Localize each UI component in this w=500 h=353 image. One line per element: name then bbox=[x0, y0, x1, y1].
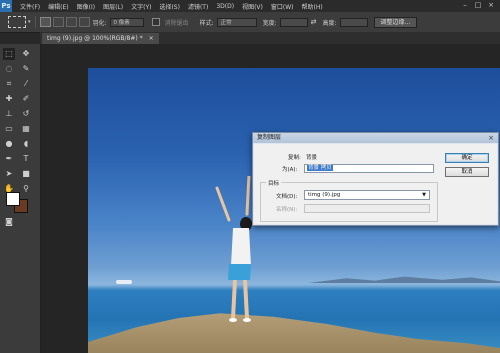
menu-3d[interactable]: 3D(D) bbox=[212, 3, 238, 10]
document-tab-bar: timg (9).jpg @ 100%(RGB/8#) * × bbox=[40, 32, 500, 44]
tools-panel: ⬚ ✥ ◌ ✎ ⌗ ⁄ ✚ ✐ ⊥ ↺ ▭ ▦ ● ◖ ✒ T ➤ ■ ✋ ⚲ … bbox=[0, 44, 41, 353]
height-input[interactable] bbox=[339, 17, 368, 27]
layer-name-value: 背景 拷贝 bbox=[307, 165, 333, 171]
lasso-tool-icon[interactable]: ◌ bbox=[3, 63, 15, 75]
width-input[interactable] bbox=[279, 17, 308, 27]
menu-select[interactable]: 选择(S) bbox=[155, 2, 184, 11]
girl-figure bbox=[215, 176, 252, 322]
name-input bbox=[304, 204, 430, 213]
refine-edge-button[interactable]: 调整边缘... bbox=[373, 16, 418, 28]
dodge-tool-icon[interactable]: ◖ bbox=[20, 138, 32, 150]
foreground-color-swatch[interactable] bbox=[6, 192, 20, 206]
minimize-button[interactable]: – bbox=[460, 1, 470, 10]
menu-layer[interactable]: 图层(L) bbox=[99, 2, 127, 11]
crop-tool-icon[interactable]: ⌗ bbox=[3, 78, 15, 90]
eraser-tool-icon[interactable]: ▭ bbox=[3, 123, 15, 135]
quick-select-tool-icon[interactable]: ✎ bbox=[20, 63, 32, 75]
zoom-tool-icon[interactable]: ⚲ bbox=[20, 183, 32, 195]
maximize-button[interactable]: □ bbox=[473, 1, 483, 10]
destination-group-label: 目标 bbox=[266, 179, 282, 187]
document-tab[interactable]: timg (9).jpg @ 100%(RGB/8#) * × bbox=[42, 33, 159, 44]
height-label: 高度: bbox=[322, 19, 337, 27]
layer-name-input[interactable]: 背景 拷贝 bbox=[304, 164, 434, 173]
move-tool-icon[interactable]: ✥ bbox=[20, 48, 32, 60]
marquee-tool-icon[interactable] bbox=[8, 16, 26, 28]
quick-mask-icon[interactable]: ◙ bbox=[3, 216, 15, 228]
selection-mode-group bbox=[39, 17, 90, 27]
feather-input[interactable]: 0 像素 bbox=[109, 17, 144, 27]
menu-help[interactable]: 帮助(H) bbox=[298, 2, 327, 11]
destination-group bbox=[260, 182, 438, 222]
width-label: 宽度: bbox=[262, 19, 277, 27]
style-value: 正常 bbox=[220, 19, 232, 26]
eyedropper-tool-icon[interactable]: ⁄ bbox=[20, 78, 32, 90]
shape-tool-icon[interactable]: ■ bbox=[20, 168, 32, 180]
document-label: 文档(D): bbox=[276, 194, 298, 200]
document-tab-title: timg (9).jpg @ 100%(RGB/8#) * bbox=[47, 35, 143, 42]
history-brush-tool-icon[interactable]: ↺ bbox=[20, 108, 32, 120]
as-label: 为(A): bbox=[282, 167, 298, 173]
menu-image[interactable]: 图像(I) bbox=[73, 2, 99, 11]
dialog-close-icon[interactable]: × bbox=[487, 134, 495, 142]
copy-value: 背景 bbox=[306, 155, 318, 161]
subtract-selection-icon[interactable] bbox=[65, 17, 77, 27]
separator bbox=[34, 16, 36, 28]
chevron-down-icon[interactable]: ▾ bbox=[28, 19, 31, 25]
antialias-label: 消除锯齿 bbox=[164, 19, 189, 27]
dialog-title: 复制图层 bbox=[257, 134, 282, 141]
rock bbox=[88, 313, 500, 353]
swap-icon[interactable]: ⇄ bbox=[311, 18, 317, 26]
menu-bar: Ps 文件(F) 编辑(E) 图像(I) 图层(L) 文字(Y) 选择(S) 滤… bbox=[0, 0, 500, 12]
new-selection-icon[interactable] bbox=[39, 17, 51, 27]
gradient-tool-icon[interactable]: ▦ bbox=[20, 123, 32, 135]
antialias-checkbox[interactable] bbox=[151, 18, 160, 26]
intersect-selection-icon[interactable] bbox=[78, 17, 90, 27]
tab-close-icon[interactable]: × bbox=[149, 35, 154, 42]
menu-window[interactable]: 窗口(W) bbox=[267, 2, 298, 11]
menu-type[interactable]: 文字(Y) bbox=[127, 2, 155, 11]
menu-file[interactable]: 文件(F) bbox=[16, 2, 44, 11]
type-tool-icon[interactable]: T bbox=[20, 153, 32, 165]
close-window-button[interactable]: × bbox=[486, 1, 496, 10]
menu-view[interactable]: 视图(V) bbox=[238, 2, 267, 11]
clone-stamp-tool-icon[interactable]: ⊥ bbox=[3, 108, 15, 120]
document-select[interactable]: timg (9).jpg ▼ bbox=[304, 190, 430, 200]
copy-label: 复制: bbox=[288, 155, 301, 161]
brush-tool-icon[interactable]: ✐ bbox=[20, 93, 32, 105]
ship bbox=[116, 280, 132, 284]
dialog-body: 复制: 背景 为(A): 背景 拷贝 目标 文档(D): timg (9).jp… bbox=[254, 144, 497, 224]
pen-tool-icon[interactable]: ✒ bbox=[3, 153, 15, 165]
name-label: 名称(N): bbox=[276, 207, 298, 213]
cancel-button[interactable]: 取消 bbox=[445, 167, 489, 177]
rect-marquee-tool-icon[interactable]: ⬚ bbox=[3, 48, 15, 60]
feather-label: 羽化: bbox=[92, 19, 107, 27]
chevron-down-icon: ▼ bbox=[422, 192, 426, 198]
options-bar: ▾ 羽化: 0 像素 消除锯齿 样式: 正常 宽度: ⇄ 高度: 调整边缘... bbox=[0, 12, 500, 33]
photoshop-logo: Ps bbox=[0, 0, 12, 12]
healing-brush-tool-icon[interactable]: ✚ bbox=[3, 93, 15, 105]
style-label: 样式: bbox=[199, 19, 214, 27]
add-selection-icon[interactable] bbox=[52, 17, 64, 27]
duplicate-layer-dialog: 复制图层 × 复制: 背景 为(A): 背景 拷贝 目标 文档(D): timg… bbox=[252, 132, 499, 226]
path-select-tool-icon[interactable]: ➤ bbox=[3, 168, 15, 180]
blur-tool-icon[interactable]: ● bbox=[3, 138, 15, 150]
menu-edit[interactable]: 编辑(E) bbox=[44, 2, 72, 11]
style-select[interactable]: 正常 bbox=[216, 17, 257, 27]
document-select-value: timg (9).jpg bbox=[308, 192, 341, 198]
distant-mountains bbox=[308, 276, 500, 283]
ok-button[interactable]: 确定 bbox=[445, 153, 489, 163]
dialog-titlebar[interactable]: 复制图层 × bbox=[253, 133, 498, 143]
menu-filter[interactable]: 滤镜(T) bbox=[184, 2, 212, 11]
